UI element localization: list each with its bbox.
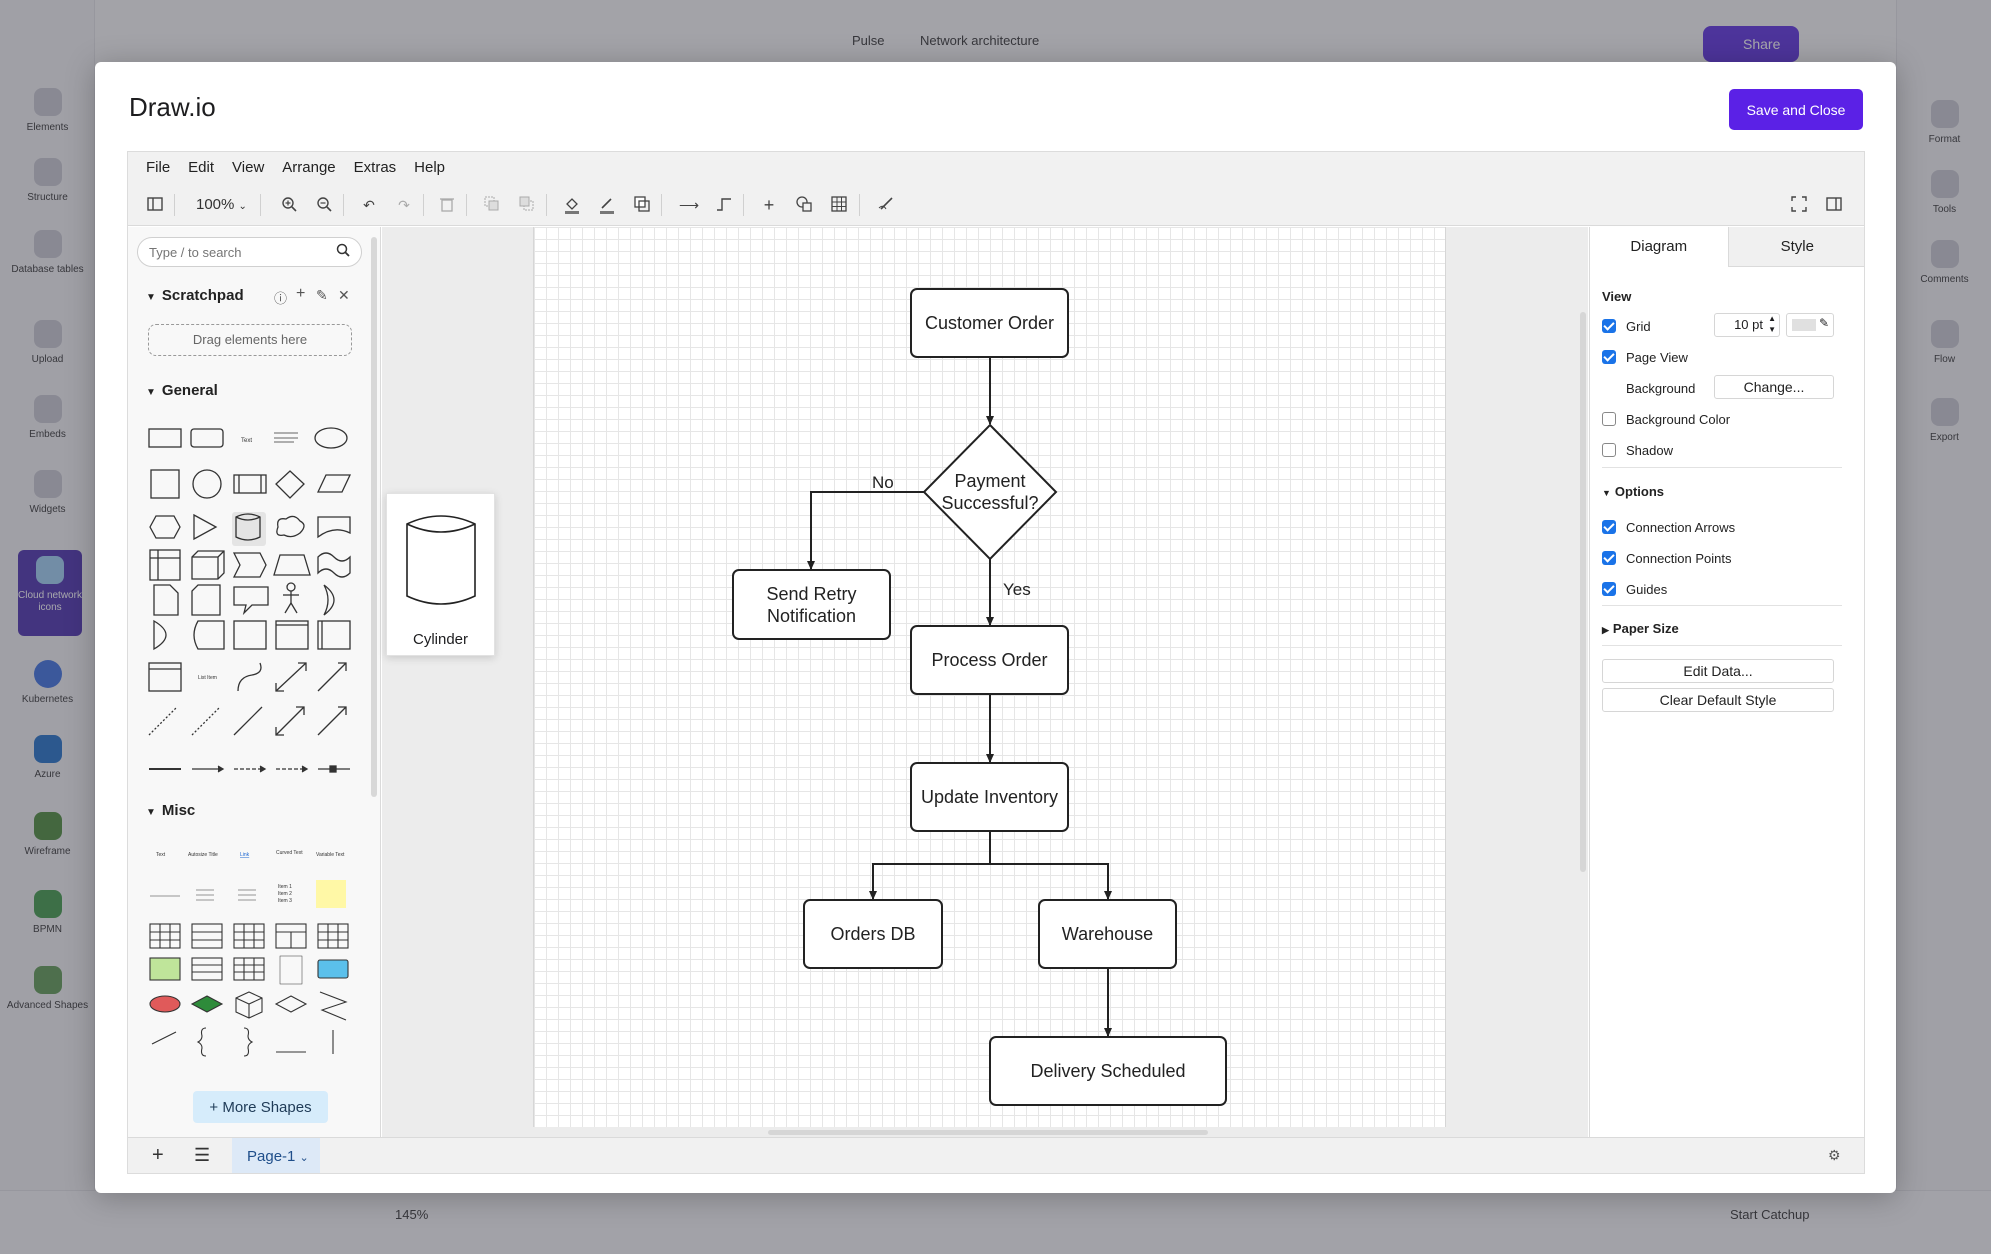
background-color-checkbox[interactable] — [1602, 412, 1616, 426]
canvas-vertical-scrollbar[interactable] — [1580, 312, 1586, 872]
grid-color-picker[interactable]: ✎ — [1786, 313, 1834, 337]
options-section-title[interactable]: ▼ Options — [1602, 484, 1664, 499]
panel-divider — [1602, 645, 1842, 646]
page-view-checkbox[interactable] — [1602, 350, 1616, 364]
drawio-modal: Draw.io Save and Close File Edit View Ar… — [95, 62, 1896, 1193]
expand-triangle-icon: ▶ — [1602, 625, 1609, 635]
toggle-format-panel-icon[interactable] — [1825, 196, 1843, 214]
edge-label-yes: Yes — [1003, 580, 1031, 599]
edge-inventory-to-ordersdb[interactable] — [869, 831, 991, 900]
paper-size-section-title[interactable]: ▶ Paper Size — [1602, 621, 1679, 636]
add-page-icon[interactable]: + — [152, 1144, 164, 1167]
view-section-title: View — [1602, 289, 1632, 304]
guides-label: Guides — [1626, 582, 1668, 597]
grid-color-swatch — [1792, 319, 1816, 331]
edge-inventory-to-warehouse[interactable] — [990, 863, 1112, 900]
connection-arrows-label: Connection Arrows — [1626, 520, 1736, 535]
edge-label-no: No — [872, 473, 894, 492]
canvas-horizontal-scrollbar[interactable] — [768, 1130, 1208, 1135]
pages-menu-icon[interactable]: ☰ — [194, 1145, 210, 1166]
modal-title: Draw.io — [129, 92, 216, 122]
tooltip-label: Cylinder — [412, 631, 469, 648]
connection-points-checkbox[interactable] — [1602, 551, 1616, 565]
background-color-label: Background Color — [1626, 412, 1731, 427]
edge-payment-no[interactable] — [807, 491, 924, 570]
chevron-down-icon: ⌄ — [299, 1152, 309, 1164]
grid-size-stepper[interactable]: 10 pt ▲ ▼ — [1714, 313, 1780, 337]
node-label: Process Order — [931, 650, 1048, 670]
stepper-arrows-icon: ▲ ▼ — [1768, 314, 1776, 334]
page-view-label: Page View — [1626, 350, 1688, 365]
flowchart — [732, 288, 1227, 1106]
eyedropper-icon: ✎ — [1819, 316, 1830, 330]
node-label: Warehouse — [1061, 924, 1154, 944]
shadow-label: Shadow — [1626, 443, 1673, 458]
node-label: Payment Successful? — [941, 471, 1039, 513]
bug-icon[interactable]: ⚙ — [1828, 1147, 1841, 1164]
shape-preview-tooltip: Cylinder — [386, 493, 495, 656]
node-label: Update Inventory — [920, 787, 1059, 807]
format-tabs: Diagram Style — [1590, 227, 1864, 267]
save-and-close-button[interactable]: Save and Close — [1729, 89, 1863, 130]
page-footer: + ☰ Page-1 ⌄ ⚙ — [128, 1137, 1864, 1173]
cylinder-preview-icon — [406, 515, 476, 605]
clear-default-style-button[interactable]: Clear Default Style — [1602, 688, 1834, 712]
collapse-triangle-icon: ▼ — [1602, 488, 1611, 498]
grid-checkbox[interactable] — [1602, 319, 1616, 333]
panel-divider — [1602, 605, 1842, 606]
shadow-checkbox[interactable] — [1602, 443, 1616, 457]
tab-style[interactable]: Style — [1728, 227, 1864, 267]
node-label: Delivery Scheduled — [1030, 1061, 1186, 1081]
node-label: Send Retry Notification — [766, 583, 857, 626]
background-label: Background — [1626, 381, 1696, 396]
edit-data-button[interactable]: Edit Data... — [1602, 659, 1834, 683]
tab-diagram[interactable]: Diagram — [1590, 227, 1729, 267]
grid-label: Grid — [1626, 319, 1651, 334]
guides-checkbox[interactable] — [1602, 582, 1616, 596]
page-tab[interactable]: Page-1 ⌄ — [232, 1138, 320, 1173]
format-panel: Diagram Style View Grid 10 pt ▲ ▼ ✎ Page V… — [1589, 227, 1864, 1137]
connection-arrows-checkbox[interactable] — [1602, 520, 1616, 534]
change-background-button[interactable]: Change... — [1714, 375, 1834, 399]
node-label: Customer Order — [924, 313, 1055, 333]
connection-points-label: Connection Points — [1626, 551, 1732, 566]
panel-divider — [1602, 467, 1842, 468]
fullscreen-icon[interactable] — [1790, 196, 1808, 214]
drawio-editor: File Edit View Arrange Extras Help 100% … — [127, 151, 1865, 1174]
node-label: Orders DB — [830, 924, 916, 944]
